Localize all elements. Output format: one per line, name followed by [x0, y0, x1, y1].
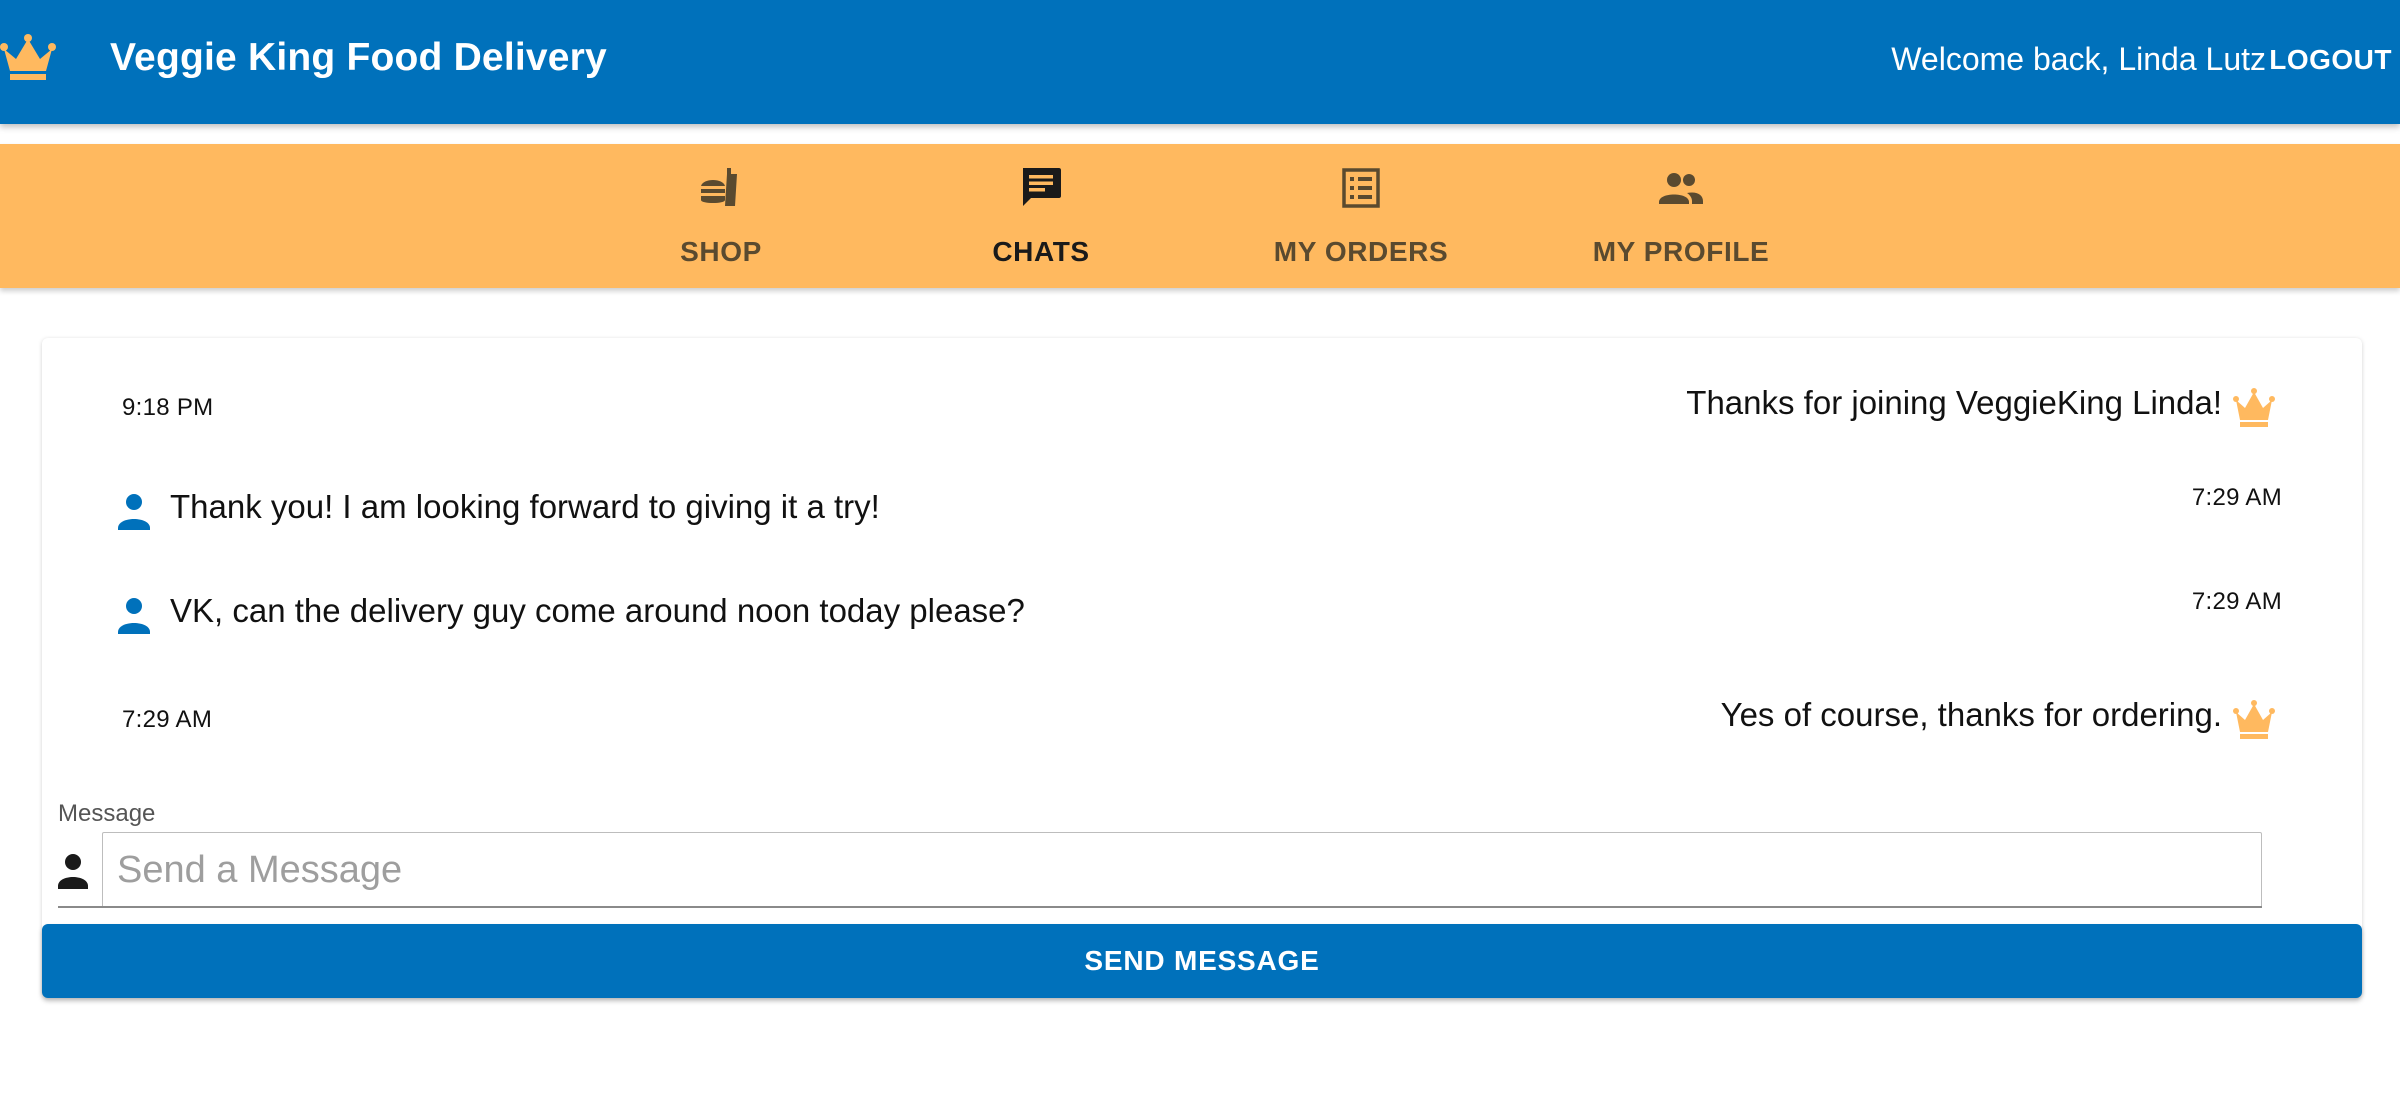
message-text: Yes of course, thanks for ordering. [1720, 696, 2222, 733]
person-icon [118, 598, 150, 634]
tab-chats[interactable]: CHATS [881, 144, 1201, 288]
tab-chats-label: CHATS [992, 236, 1090, 267]
list-alt-icon [1342, 168, 1380, 208]
message-field-label: Message [58, 800, 156, 827]
tab-my-profile-label: MY PROFILE [1592, 236, 1770, 267]
welcome-text: Welcome back, Linda Lutz [1891, 41, 2266, 77]
crown-icon [0, 34, 56, 80]
person-icon [118, 494, 150, 530]
fastfood-icon [701, 168, 737, 206]
crown-icon [2233, 700, 2275, 739]
app-title: Veggie King Food Delivery [110, 36, 607, 79]
message-time: 7:29 AM [2191, 484, 2282, 511]
tab-my-orders-label: MY ORDERS [1273, 236, 1449, 267]
chat-message: 7:29 AM Yes of course, thanks for orderi… [42, 690, 2362, 750]
message-text: VK, can the delivery guy come around noo… [170, 592, 1025, 629]
logout-button[interactable]: LOGOUT [2269, 44, 2392, 76]
message-time: 9:18 PM [122, 394, 214, 421]
main-nav: SHOP CHATS MY ORDERS MY PROFILE [0, 144, 2400, 288]
tab-my-orders[interactable]: MY ORDERS [1201, 144, 1521, 288]
send-message-button[interactable]: SEND MESSAGE [42, 924, 2362, 998]
crown-icon [2233, 388, 2275, 427]
app-header: Veggie King Food Delivery Welcome back, … [0, 0, 2400, 124]
tab-shop-label: SHOP [680, 236, 762, 267]
tab-my-profile[interactable]: MY PROFILE [1521, 144, 1841, 288]
chat-message: 9:18 PM Thanks for joining VeggieKing Li… [42, 378, 2362, 438]
person-icon [58, 854, 88, 889]
chat-icon [1023, 168, 1061, 206]
chat-message: VK, can the delivery guy come around noo… [42, 586, 2362, 646]
message-text: Thank you! I am looking forward to givin… [170, 488, 880, 525]
message-time: 7:29 AM [122, 706, 213, 733]
tab-shop[interactable]: SHOP [561, 144, 881, 288]
people-icon [1659, 173, 1703, 204]
message-time: 7:29 AM [2191, 588, 2282, 615]
chat-message: Thank you! I am looking forward to givin… [42, 482, 2362, 542]
message-input[interactable] [102, 832, 2262, 908]
message-text: Thanks for joining VeggieKing Linda! [1686, 384, 2222, 421]
message-input-underline [58, 906, 2262, 908]
